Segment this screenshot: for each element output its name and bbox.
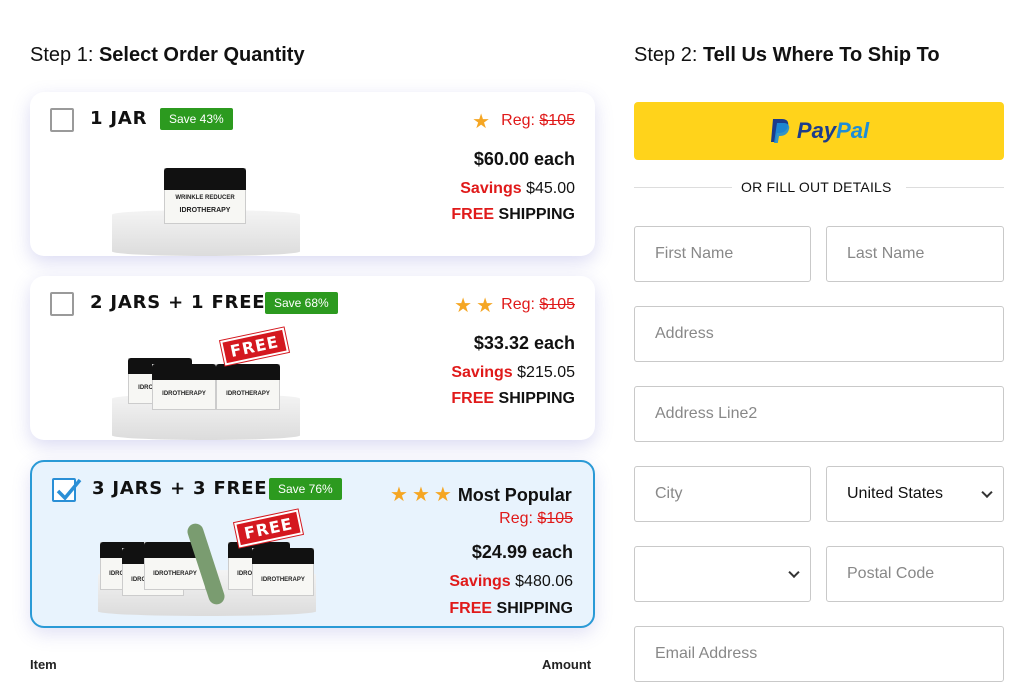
savings-line: Savings $215.05	[451, 364, 575, 381]
star-icon: ★	[411, 484, 430, 506]
or-fill-details-label: OR FILL OUT DETAILS	[741, 179, 892, 195]
savings-line: Savings $45.00	[460, 180, 575, 197]
step2-heading: Step 2: Tell Us Where To Ship To	[634, 44, 940, 66]
product-image-2-jars: IDROTHERAPY IDROTHERAPY IDROTHERAPY FREE	[112, 327, 312, 440]
save-badge: Save 76%	[269, 478, 342, 500]
package-option-3-jars[interactable]: 3 JARS + 3 FREE Save 76% ★ ★ ★ Most Popular…	[30, 460, 595, 628]
price-each: $60.00 each	[473, 149, 575, 169]
summary-amount-header: Amount	[542, 657, 592, 672]
chevron-down-icon	[788, 566, 800, 579]
free-stamp: FREE	[220, 327, 289, 366]
regular-price: Reg: $105	[499, 510, 573, 527]
divider-right	[906, 187, 1004, 188]
rating-stars: ★ ★ ★ Most Popular	[390, 482, 572, 507]
regular-price: Reg: $105	[501, 296, 575, 313]
star-icon: ★	[476, 295, 494, 317]
shipping-line: FREE SHIPPING	[451, 390, 575, 407]
package-title: 1 JAR	[90, 108, 148, 129]
country-select[interactable]: United States	[826, 466, 1004, 522]
package-option-2-jars[interactable]: 2 JARS + 1 FREE Save 68% ★ ★ Reg: $105 $3…	[30, 276, 595, 440]
city-field[interactable]: City	[634, 466, 811, 522]
price-each: $33.32 each	[473, 333, 575, 353]
state-select[interactable]	[634, 546, 811, 602]
first-name-field[interactable]: First Name	[634, 226, 811, 282]
star-icon: ★	[390, 484, 408, 506]
chevron-down-icon	[981, 486, 993, 499]
package-checkbox[interactable]	[50, 292, 74, 316]
shipping-line: FREE SHIPPING	[451, 206, 575, 223]
package-checkbox-checked[interactable]	[52, 478, 82, 502]
save-badge: Save 68%	[265, 292, 338, 314]
paypal-logo-icon	[770, 119, 790, 143]
package-option-1-jar[interactable]: 1 JAR Save 43% ★ Reg: $105 $60.00 each S…	[30, 92, 595, 256]
package-title: 2 JARS + 1 FREE	[90, 292, 266, 313]
checkmark-icon	[56, 478, 82, 501]
divider-left	[634, 187, 732, 188]
star-icon: ★	[433, 484, 452, 506]
package-title: 3 JARS + 3 FREE	[92, 478, 268, 499]
summary-item-header: Item	[30, 657, 57, 672]
last-name-field[interactable]: Last Name	[826, 226, 1004, 282]
shipping-line: FREE SHIPPING	[449, 600, 573, 617]
address-line2-field[interactable]: Address Line2	[634, 386, 1004, 442]
paypal-wordmark: PayPal	[796, 118, 870, 143]
package-checkbox[interactable]	[50, 108, 74, 132]
savings-line: Savings $480.06	[449, 573, 573, 590]
most-popular-label: Most Popular	[457, 485, 572, 505]
star-icon: ★	[472, 111, 490, 133]
product-image-1-jar: WRINKLE REDUCER IDROTHERAPY	[112, 160, 302, 256]
email-field[interactable]: Email Address	[634, 626, 1004, 682]
product-image-3-jars: IDROTHERAPY IDROTHERAPY IDROTHERAPY IDRO…	[98, 509, 320, 616]
regular-price: Reg: $105	[501, 112, 575, 129]
rating-stars: ★ ★	[454, 293, 498, 318]
postal-code-field[interactable]: Postal Code	[826, 546, 1004, 602]
star-icon: ★	[454, 295, 473, 317]
address-field[interactable]: Address	[634, 306, 1004, 362]
price-each: $24.99 each	[471, 542, 573, 562]
rating-stars: ★	[472, 109, 494, 134]
step1-heading: Step 1: Select Order Quantity	[30, 44, 305, 66]
country-select-value: United States	[847, 485, 944, 502]
paypal-button[interactable]: PayPal	[634, 102, 1004, 160]
save-badge: Save 43%	[160, 108, 233, 130]
